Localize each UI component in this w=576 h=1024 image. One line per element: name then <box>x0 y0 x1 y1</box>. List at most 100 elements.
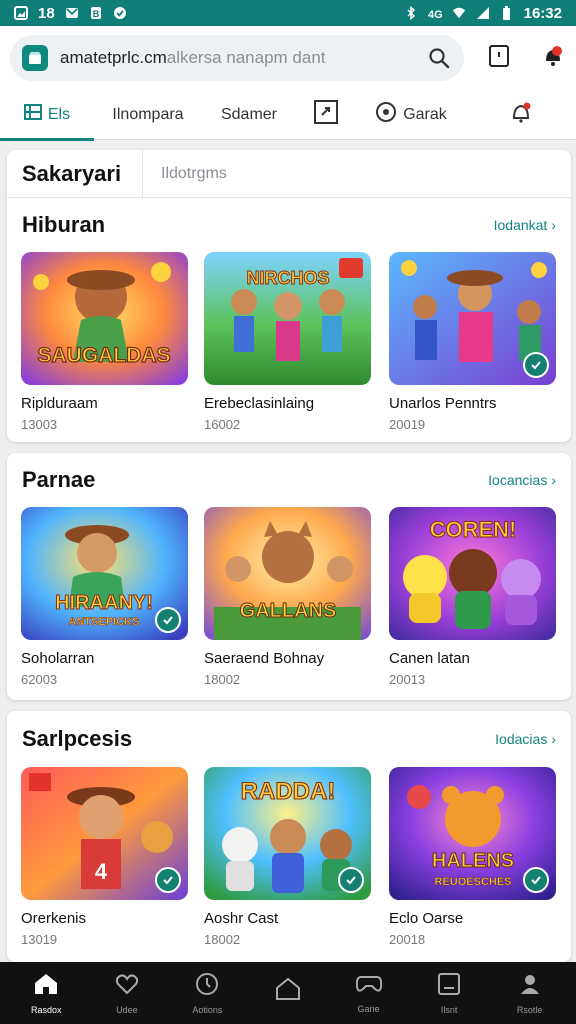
address-bar[interactable]: amatetprlc.cmalkersa nanapm dant <box>10 35 464 81</box>
notification-bell-icon[interactable] <box>540 43 566 74</box>
more-label: Iocancias <box>488 472 548 488</box>
tab-sdamer[interactable]: Sdamer <box>202 90 296 140</box>
clock-icon <box>195 972 219 1001</box>
verified-badge-icon <box>155 867 181 893</box>
shield-notification-icon <box>113 6 127 20</box>
game-thumbnail[interactable]: COREN! <box>389 507 556 640</box>
url-text[interactable]: amatetprlc.cmalkersa nanapm dant <box>60 48 428 68</box>
svg-text:4G: 4G <box>428 9 442 20</box>
game-tile[interactable]: SAUGALDAS Riplduraam 13003 <box>21 252 188 432</box>
game-name: Saeraend Bohnay <box>204 650 325 667</box>
svg-text:4: 4 <box>95 859 108 884</box>
game-count: 16002 <box>204 417 241 432</box>
game-tile[interactable]: Unarlos Penntrs 20019 <box>389 252 556 432</box>
game-tile[interactable]: COREN! Canen latan 20013 <box>389 507 556 687</box>
thumbnail-art-text: RADDA! <box>241 778 336 805</box>
thumbnail-art-text: GALLANS <box>240 600 337 622</box>
game-thumbnail[interactable]: NIRCHOS <box>204 252 371 385</box>
bottom-navigation: Rasdox Udee Aotions Gane Ilsnt Rsotle <box>0 962 576 1024</box>
verified-badge-icon <box>338 867 364 893</box>
game-name: Canen latan <box>389 650 470 667</box>
tab-alerts[interactable] <box>466 90 576 140</box>
home-icon <box>33 972 59 1001</box>
search-icon[interactable] <box>428 47 450 69</box>
game-thumbnail[interactable]: HIRAANY! ANTSEPICKS <box>21 507 188 640</box>
section-more-link[interactable]: Iodankat › <box>494 217 556 233</box>
game-tile[interactable]: GALLANS Saeraend Bohnay 18002 <box>204 507 371 687</box>
game-count: 20013 <box>389 672 426 687</box>
nav-item-actions[interactable]: Aotions <box>171 972 243 1015</box>
section-card-hiburan: Sakaryari Ildotrgms Hiburan Iodankat › SA… <box>7 150 571 442</box>
status-bar: 18 B 4G 16:32 <box>0 0 576 26</box>
category-tab-inactive[interactable]: Ildotrgms <box>143 165 227 183</box>
tab-els[interactable]: Els <box>0 90 94 141</box>
game-name: Riplduraam <box>21 395 98 412</box>
game-thumbnail[interactable]: GALLANS <box>204 507 371 640</box>
nav-item-tablet[interactable]: Ilsnt <box>413 972 485 1015</box>
thumbnail-art-text: HIRAANY! <box>55 592 153 614</box>
section-more-link[interactable]: Iocancias › <box>488 472 556 488</box>
nav-label: Aotions <box>192 1004 223 1015</box>
more-label: Iodankat <box>493 217 548 233</box>
game-thumbnail[interactable]: HALENS REUOESCHES <box>389 767 556 900</box>
heart-icon <box>115 972 139 1001</box>
game-name: Eclo Oarse <box>389 910 464 927</box>
game-thumbnail[interactable]: SAUGALDAS <box>21 252 188 385</box>
verified-badge-icon <box>523 867 549 893</box>
game-tile[interactable]: 4 Orerkenis 13019 <box>21 767 188 947</box>
thumbnail-art-subtext: ANTSEPICKS <box>69 616 140 628</box>
nav-item-house[interactable] <box>252 977 324 1010</box>
category-tab-active[interactable]: Sakaryari <box>7 150 143 198</box>
share-box-icon <box>314 100 338 129</box>
game-thumbnail[interactable] <box>389 252 556 385</box>
thumbnail-art-text: SAUGALDAS <box>37 344 170 367</box>
thumbnail-art-text: NIRCHOS <box>246 268 329 288</box>
bluetooth-icon <box>404 6 418 20</box>
section-title: Hiburan <box>22 212 106 237</box>
game-thumbnail[interactable]: RADDA! <box>204 767 371 900</box>
section-more-link[interactable]: Iodacias › <box>495 731 556 747</box>
games-row: HIRAANY! ANTSEPICKS Soholarran 62003 GAL… <box>7 507 571 700</box>
thumbnail-art-text: HALENS <box>432 850 514 872</box>
nav-label: Gane <box>357 1003 380 1014</box>
game-count: 62003 <box>21 672 58 687</box>
game-count: 13003 <box>21 417 58 432</box>
tabs-switcher-icon[interactable] <box>488 44 510 73</box>
status-time-right: 16:32 <box>523 4 562 22</box>
game-tile[interactable]: RADDA! Aoshr Cast 18002 <box>204 767 371 947</box>
nav-label: Ilsnt <box>440 1004 458 1015</box>
game-tile[interactable]: HIRAANY! ANTSEPICKS Soholarran 62003 <box>21 507 188 687</box>
tab-ilnompara[interactable]: Ilnompara <box>94 90 202 140</box>
tab-label: Els <box>47 105 71 123</box>
section-header: Hiburan Iodankat › <box>7 198 571 252</box>
tab-label: Sdamer <box>220 105 278 123</box>
game-name: Orerkenis <box>21 910 87 927</box>
nav-item-profile[interactable]: Rsotle <box>494 972 566 1015</box>
verified-badge-icon <box>155 607 181 633</box>
chevron-right-icon: › <box>551 731 556 747</box>
status-time-left: 18 <box>38 4 55 22</box>
nav-item-game[interactable]: Gane <box>333 973 405 1014</box>
wifi-icon <box>452 6 466 20</box>
section-title: Sarlpcesis <box>22 726 133 751</box>
game-thumbnail[interactable]: 4 <box>21 767 188 900</box>
section-card-sarlpcesis: Sarlpcesis Iodacias › 4 Orerkenis 13019 … <box>7 711 571 962</box>
more-label: Iodacias <box>495 731 548 747</box>
tab-label: Garak <box>403 105 447 123</box>
game-count: 18002 <box>204 932 241 947</box>
category-tabs: Sakaryari Ildotrgms <box>7 150 571 198</box>
nav-item-home[interactable]: Rasdox <box>10 972 82 1015</box>
game-tile[interactable]: HALENS REUOESCHES Eclo Oarse 20018 <box>389 767 556 947</box>
tab-share[interactable] <box>296 90 356 140</box>
network-icon: 4G <box>428 6 442 20</box>
tablet-icon <box>437 972 461 1001</box>
tab-garak[interactable]: Garak <box>356 90 466 140</box>
section-card-parnae: Parnae Iocancias › HIRAANY! ANTSEPICKS So… <box>7 453 571 700</box>
site-store-icon <box>22 45 48 71</box>
house-outline-icon <box>275 977 301 1006</box>
game-tile[interactable]: NIRCHOS Erebeclasinlaing 16002 <box>204 252 371 432</box>
gamepad-icon <box>355 973 382 1000</box>
svg-text:B: B <box>92 9 99 19</box>
nav-item-favorites[interactable]: Udee <box>91 972 163 1015</box>
url-main: amatetprlc.cm <box>60 48 167 67</box>
